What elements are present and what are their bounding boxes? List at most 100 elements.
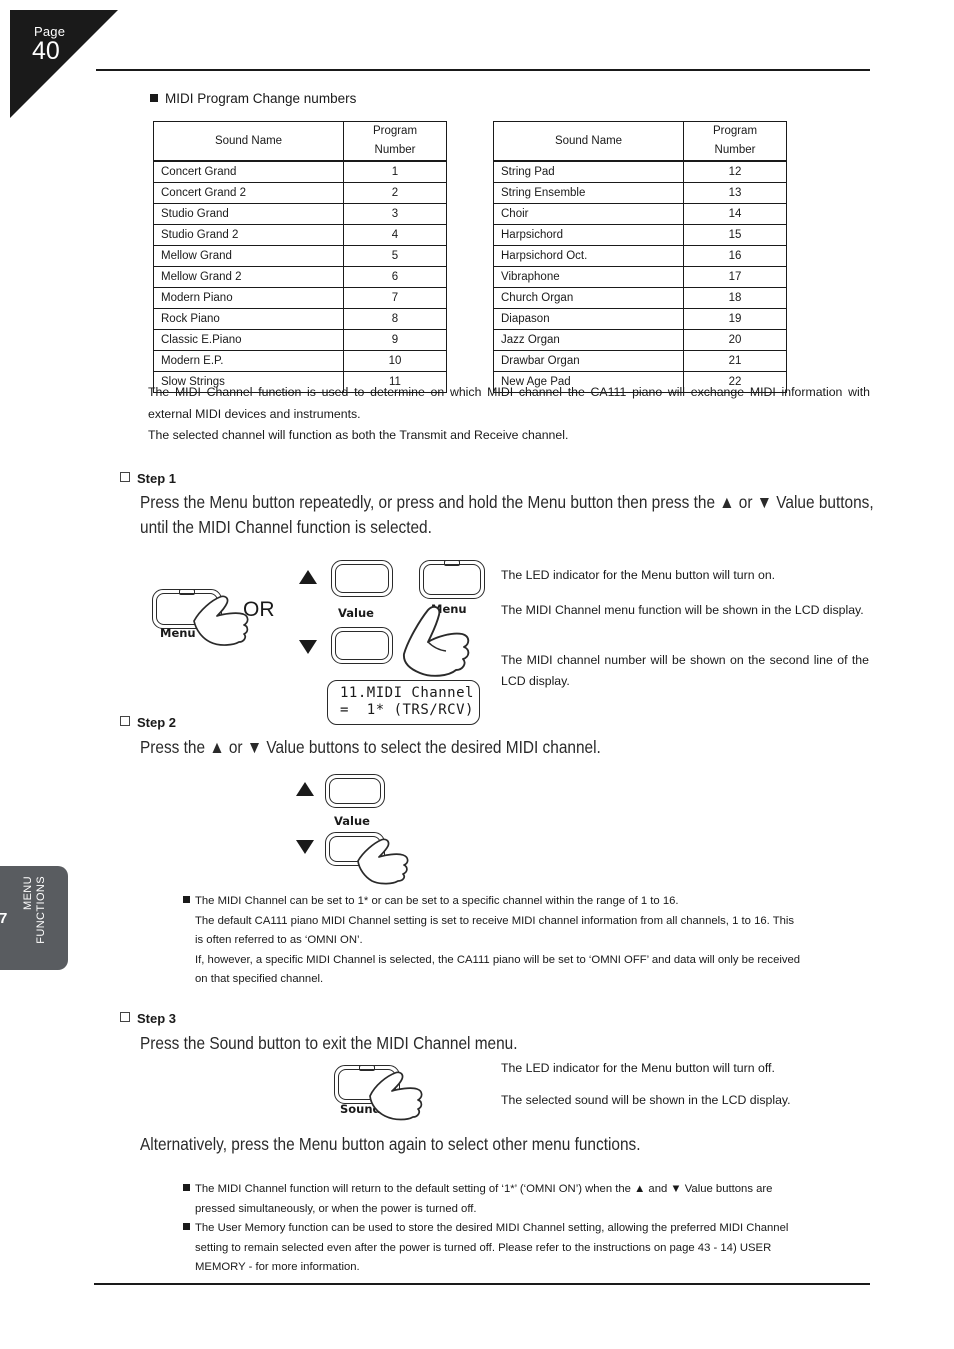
- cell-sound-name: Diapason: [493, 308, 684, 330]
- cell-sound-name: Drawbar Organ: [493, 350, 684, 372]
- note-line: The MIDI Channel function will return to…: [183, 1180, 875, 1200]
- table-header-row: Sound Name Program Number: [153, 121, 447, 162]
- step-2-label: Step 2: [137, 715, 177, 730]
- cell-sound-name: Church Organ: [493, 287, 684, 309]
- cell-sound-name: String Ensemble: [493, 182, 684, 204]
- step-1-note-2: The MIDI Channel menu function will be s…: [501, 603, 864, 617]
- column-header-sound-name: Sound Name: [153, 121, 344, 162]
- cell-sound-name: Classic E.Piano: [153, 329, 344, 351]
- table-row: Mellow Grand 5: [153, 245, 447, 267]
- cell-sound-name: Mellow Grand 2: [153, 266, 344, 288]
- pointing-hand-icon-4: [369, 1071, 423, 1121]
- cell-sound-name: Studio Grand: [153, 203, 344, 225]
- menu-button-illustration-2[interactable]: [419, 560, 485, 599]
- program-change-table-left: Sound Name Program Number Concert Grand 1…: [153, 121, 447, 393]
- intro-paragraphs: The MIDI Channel function is used to det…: [148, 382, 870, 447]
- intro-paragraph-2: The selected channel will function as bo…: [148, 428, 569, 442]
- cell-sound-name: Mellow Grand: [153, 245, 344, 267]
- filled-square-bullet-icon: [183, 896, 190, 903]
- table-row: Rock Piano 8: [153, 308, 447, 330]
- table-row: Concert Grand 1: [153, 160, 447, 183]
- page-number: 40: [32, 37, 60, 65]
- pointing-hand-icon-3: [357, 838, 409, 885]
- step-1-heading: Step 1: [120, 471, 176, 486]
- cell-sound-name: Jazz Organ: [493, 329, 684, 351]
- value-down-triangle-icon-2: [296, 840, 314, 854]
- value-up-button-inner-outline: [335, 564, 389, 593]
- note-line: is often referred to as ‘OMNI ON’.: [195, 934, 363, 946]
- step-2-heading: Step 2: [120, 715, 176, 730]
- note-line: The MIDI Channel can be set to 1* or can…: [183, 892, 875, 912]
- column-header-program-number: Program Number: [683, 121, 787, 162]
- cell-program-number: 13: [683, 182, 787, 204]
- table-row: Jazz Organ 20: [493, 329, 787, 351]
- table-header-row: Sound Name Program Number: [493, 121, 787, 162]
- value-down-button-inner-outline: [335, 631, 389, 660]
- side-index-tab: 7 MENU FUNCTIONS: [0, 866, 68, 970]
- value-up-button-illustration-2[interactable]: [325, 774, 385, 808]
- note-text: The User Memory function can be used to …: [195, 1222, 789, 1234]
- step-3-instruction: Press the Sound button to exit the MIDI …: [140, 1033, 518, 1053]
- step-1-instruction: Press the Menu button repeatedly, or pre…: [140, 492, 874, 537]
- cell-sound-name: Vibraphone: [493, 266, 684, 288]
- note-text: The MIDI Channel can be set to 1* or can…: [195, 895, 679, 907]
- cell-sound-name: Harpsichord: [493, 224, 684, 246]
- table-row: Mellow Grand 26: [153, 266, 447, 288]
- note-line: on that specified channel.: [195, 973, 324, 985]
- cell-program-number: 8: [343, 308, 447, 330]
- section-heading: MIDI Program Change numbers: [150, 91, 356, 106]
- pointing-hand-icon-2: [403, 605, 470, 677]
- note-text: The MIDI Channel function will return to…: [195, 1183, 773, 1195]
- side-tab-number: 7: [0, 910, 8, 927]
- table-row: Vibraphone 17: [493, 266, 787, 288]
- value-button-caption-2: Value: [334, 814, 370, 828]
- cell-program-number: 21: [683, 350, 787, 372]
- cell-program-number: 1: [343, 160, 447, 183]
- cell-program-number: 9: [343, 329, 447, 351]
- note-line: If, however, a specific MIDI Channel is …: [195, 953, 801, 966]
- column-header-program-number: Program Number: [343, 121, 447, 162]
- value-up-triangle-icon-2: [296, 782, 314, 796]
- lcd-line-1: 11.MIDI Channel: [340, 685, 474, 701]
- step-1-note-1: The LED indicator for the Menu button wi…: [501, 568, 776, 582]
- table-row: Drawbar Organ 21: [493, 350, 787, 372]
- cell-program-number: 4: [343, 224, 447, 246]
- side-tab-label: MENU FUNCTIONS: [22, 876, 47, 944]
- filled-square-bullet-icon: [150, 94, 158, 102]
- table-row: String Ensemble 13: [493, 182, 787, 204]
- table-row: Studio Grand 3: [153, 203, 447, 225]
- checkbox-icon-3: [120, 1012, 130, 1022]
- cell-program-number: 6: [343, 266, 447, 288]
- cell-sound-name: Modern Piano: [153, 287, 344, 309]
- cell-program-number: 5: [343, 245, 447, 267]
- lcd-display: 11.MIDI Channel = 1* (TRS/RCV): [327, 680, 480, 725]
- cell-sound-name: Harpsichord Oct.: [493, 245, 684, 267]
- note-line: setting to remain selected even after th…: [195, 1241, 772, 1254]
- value-down-button-illustration[interactable]: [331, 627, 393, 664]
- checkbox-icon: [120, 472, 130, 482]
- table-row: Concert Grand 22: [153, 182, 447, 204]
- note-line: MEMORY - for more information.: [195, 1261, 360, 1273]
- filled-square-bullet-icon: [183, 1184, 190, 1191]
- table-row: Church Organ 18: [493, 287, 787, 309]
- cell-program-number: 18: [683, 287, 787, 309]
- value-up-button-illustration[interactable]: [331, 560, 393, 597]
- note-line: pressed simultaneously, or when the powe…: [195, 1202, 477, 1215]
- cell-sound-name: Modern E.P.: [153, 350, 344, 372]
- cell-sound-name: Studio Grand 2: [153, 224, 344, 246]
- cell-sound-name: Concert Grand: [153, 160, 344, 183]
- step-1-label: Step 1: [137, 471, 177, 486]
- intro-paragraph-1: The MIDI Channel function is used to det…: [148, 385, 870, 421]
- cell-program-number: 2: [343, 182, 447, 204]
- cell-sound-name: String Pad: [493, 160, 684, 183]
- step-2-instruction: Press the ▲ or ▼ Value buttons to select…: [140, 737, 601, 757]
- step-3-note-2: The selected sound will be shown in the …: [501, 1093, 791, 1107]
- cell-sound-name: Concert Grand 2: [153, 182, 344, 204]
- alternatively-instruction: Alternatively, press the Menu button aga…: [140, 1134, 641, 1154]
- cell-program-number: 3: [343, 203, 447, 225]
- step-2-notes: The MIDI Channel can be set to 1* or can…: [183, 892, 875, 990]
- table-row: Diapason 19: [493, 308, 787, 330]
- cell-sound-name: Rock Piano: [153, 308, 344, 330]
- value-button-caption: Value: [338, 606, 374, 620]
- cell-program-number: 16: [683, 245, 787, 267]
